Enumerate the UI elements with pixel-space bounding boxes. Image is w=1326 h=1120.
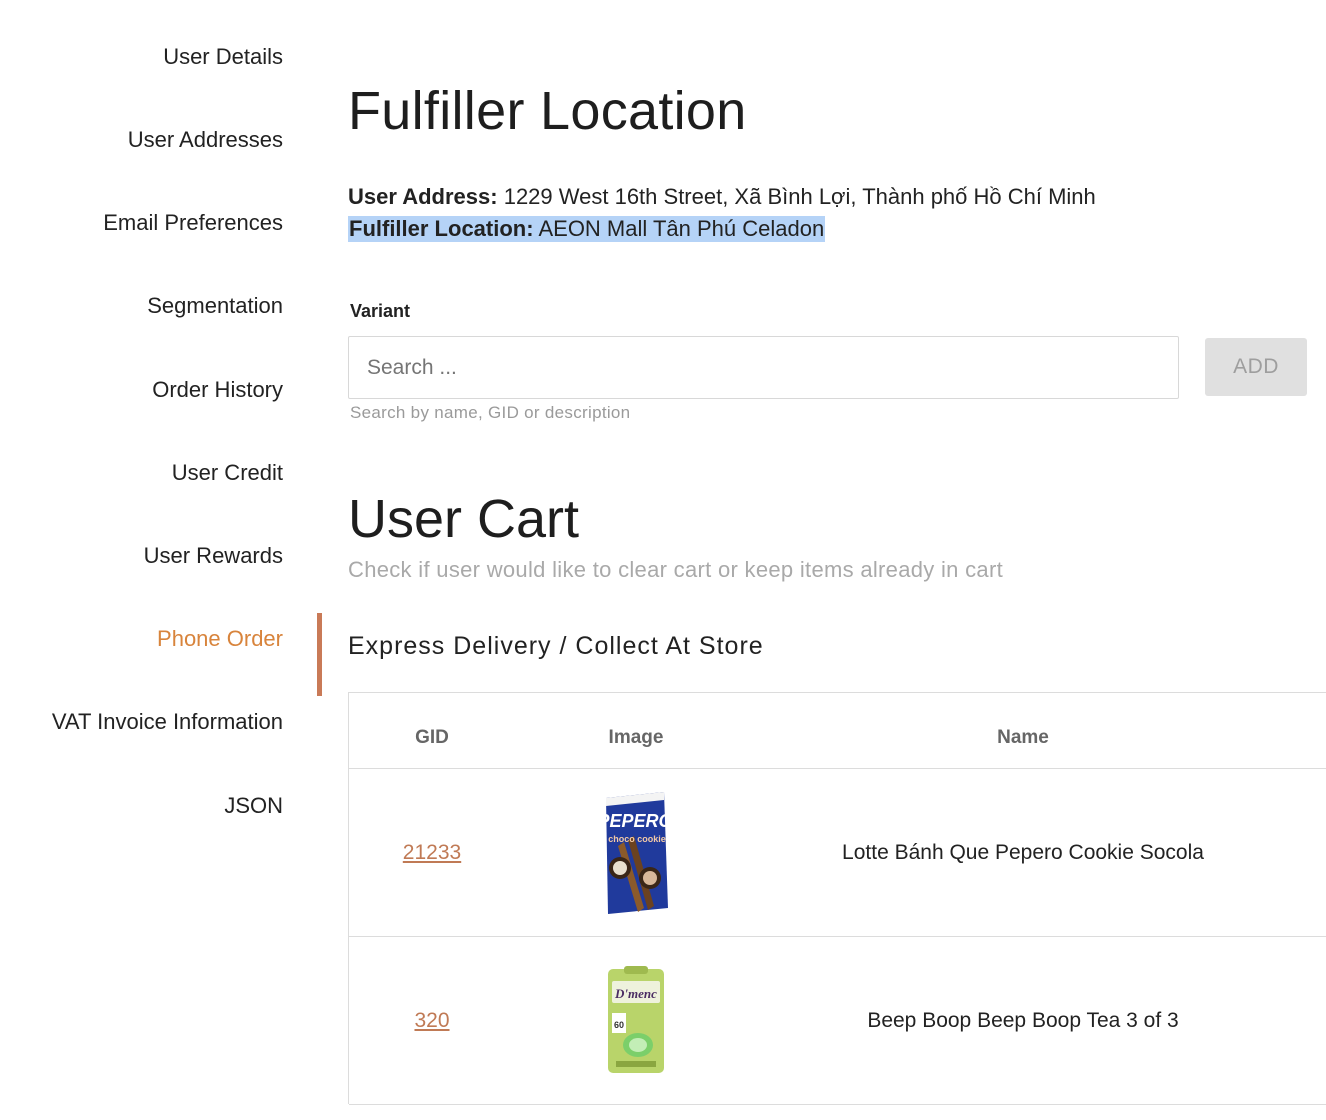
table-row: 21233 PEPERO choco cookie Lotte Bánh Que… <box>349 769 1326 937</box>
svg-text:choco cookie: choco cookie <box>608 834 666 844</box>
column-header-name: Name <box>997 727 1049 748</box>
sidebar-item-order-history[interactable]: Order History <box>0 377 322 460</box>
sidebar-item-vat-invoice-information[interactable]: VAT Invoice Information <box>0 709 322 792</box>
page-title: Fulfiller Location <box>348 81 747 141</box>
main-content: Fulfiller Location User Address: 1229 We… <box>348 0 1326 1120</box>
dmenc-logo-text: D'menc <box>614 986 657 1001</box>
sidebar-item-label: Order History <box>152 377 283 402</box>
svg-text:60: 60 <box>614 1020 624 1030</box>
column-header-gid: GID <box>415 727 449 748</box>
cart-table: GID Image Name 21233 PEPERO choco cookie… <box>348 692 1326 1105</box>
gid-link[interactable]: 320 <box>414 1009 449 1033</box>
pepero-cookie-box-icon: PEPERO choco cookie <box>600 792 672 914</box>
sidebar-item-label: User Details <box>163 44 283 69</box>
table-row: 320 D'menc 60 Beep Boop Beep Boop Tea 3 … <box>349 937 1326 1105</box>
sidebar-item-json[interactable]: JSON <box>0 793 322 876</box>
sidebar-item-label: Email Preferences <box>103 210 283 235</box>
cart-title: User Cart <box>348 489 580 549</box>
add-button[interactable]: ADD <box>1205 338 1307 396</box>
product-name: Beep Boop Beep Boop Tea 3 of 3 <box>867 1009 1179 1032</box>
variant-label: Variant <box>350 301 411 321</box>
sidebar-item-user-details[interactable]: User Details <box>0 44 322 127</box>
sidebar-item-label: VAT Invoice Information <box>51 709 283 734</box>
sidebar-item-user-credit[interactable]: User Credit <box>0 460 322 543</box>
column-header-image: Image <box>608 727 664 748</box>
sidebar-item-label: JSON <box>224 793 283 818</box>
sidebar: User Details User Addresses Email Prefer… <box>0 0 322 1120</box>
user-address-label: User Address: <box>348 184 498 209</box>
fulfiller-location-line: Fulfiller Location: AEON Mall Tân Phú Ce… <box>348 216 826 242</box>
user-address-value: 1229 West 16th Street, Xã Bình Lợi, Thàn… <box>503 184 1096 209</box>
sidebar-item-phone-order[interactable]: Phone Order <box>0 613 322 709</box>
pepero-logo-text: PEPERO <box>600 811 672 831</box>
fulfiller-location-label: Fulfiller Location: <box>349 216 534 241</box>
sidebar-item-label: User Rewards <box>143 543 283 568</box>
variant-search-input[interactable] <box>348 336 1179 399</box>
sidebar-item-label: Phone Order <box>157 626 283 651</box>
sidebar-item-user-rewards[interactable]: User Rewards <box>0 543 322 626</box>
sidebar-item-segmentation[interactable]: Segmentation <box>0 293 322 376</box>
sidebar-item-label: User Credit <box>171 460 283 485</box>
product-name: Lotte Bánh Que Pepero Cookie Socola <box>842 841 1204 864</box>
delivery-section-title: Express Delivery / Collect At Store <box>348 632 764 660</box>
sidebar-item-label: User Addresses <box>127 127 283 152</box>
fulfiller-location-value: AEON Mall Tân Phú Celadon <box>538 216 825 241</box>
variant-search-hint: Search by name, GID or description <box>350 403 631 422</box>
cart-subtitle: Check if user would like to clear cart o… <box>348 557 1003 582</box>
gid-link[interactable]: 21233 <box>403 841 461 865</box>
table-header: GID Image Name <box>349 693 1326 769</box>
sidebar-item-user-addresses[interactable]: User Addresses <box>0 127 322 210</box>
user-address-line: User Address: 1229 West 16th Street, Xã … <box>348 184 1096 210</box>
sidebar-item-email-preferences[interactable]: Email Preferences <box>0 210 322 293</box>
sidebar-item-label: Segmentation <box>147 293 283 318</box>
dmenc-air-freshener-icon: D'menc 60 <box>608 966 664 1073</box>
